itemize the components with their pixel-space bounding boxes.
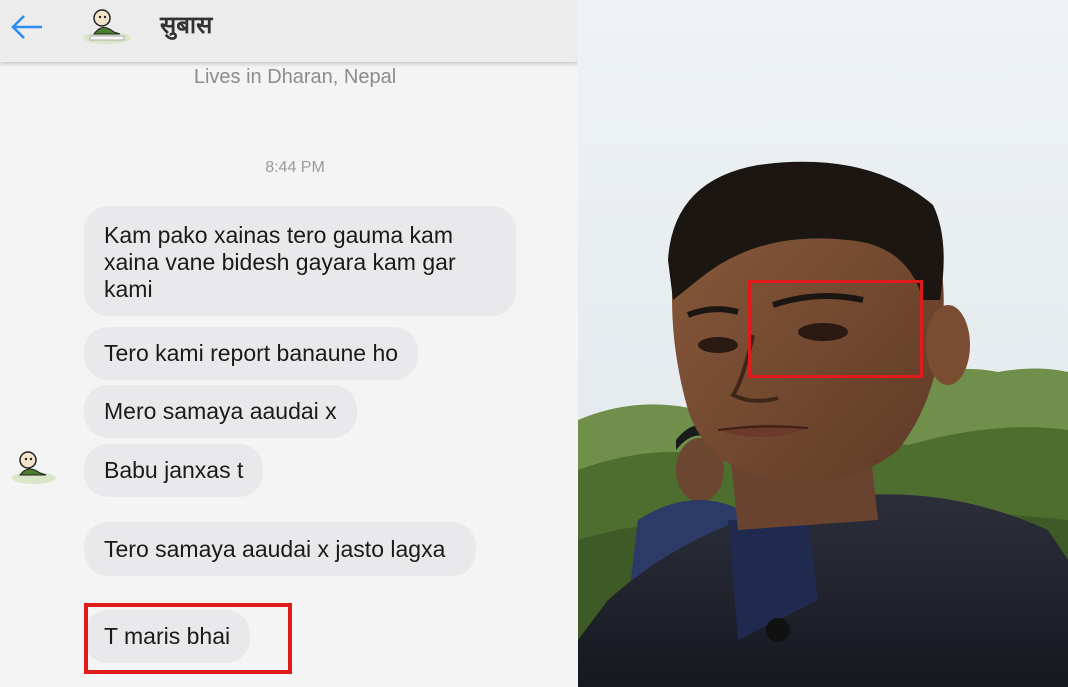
chat-screenshot: सुबास Lives in Dharan, Nepal 8:44 PM Kam…	[0, 0, 578, 687]
sender-avatar-icon[interactable]	[6, 440, 62, 490]
highlight-box-eye-injury	[748, 280, 923, 378]
message-bubble[interactable]: Tero samaya aaudai x jasto lagxa	[84, 522, 476, 576]
chat-header: सुबास	[0, 0, 578, 62]
message-bubble[interactable]: Babu janxas t	[84, 444, 264, 497]
message-bubble[interactable]: Mero samaya aaudai x	[84, 385, 357, 438]
message-bubble[interactable]: Tero kami report banaune ho	[84, 327, 419, 380]
message-timestamp: 8:44 PM	[265, 159, 325, 176]
message-bubble[interactable]: Kam pako xainas tero gauma kam xaina van…	[84, 206, 516, 316]
contact-name: सुबास	[160, 11, 213, 39]
contact-avatar-icon[interactable]	[80, 4, 134, 46]
highlight-box-message	[84, 603, 292, 674]
back-arrow-icon[interactable]	[8, 8, 46, 46]
contact-location: Lives in Dharan, Nepal	[193, 66, 397, 88]
